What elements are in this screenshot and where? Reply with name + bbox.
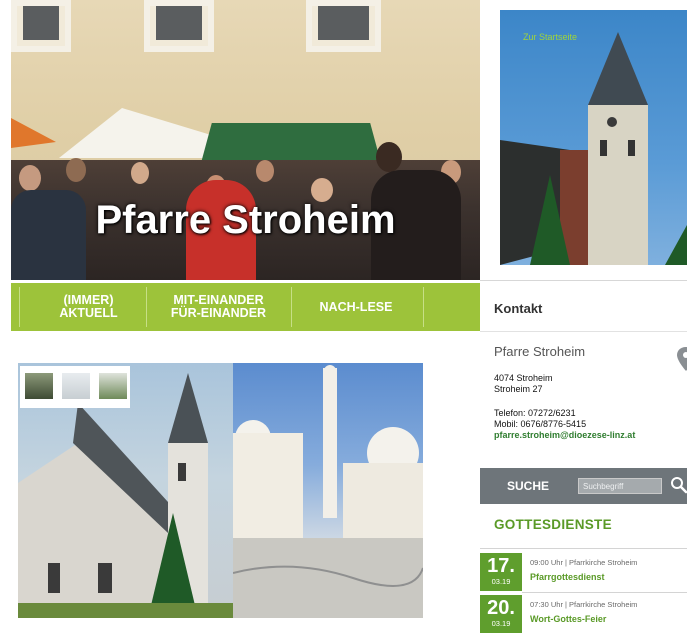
services-heading: GOTTESDIENSTE	[494, 517, 612, 532]
gallery-thumbnail[interactable]	[25, 373, 53, 399]
contact-mobile: Mobil: 0676/8776-5415	[494, 419, 587, 429]
nav-divider	[291, 287, 292, 327]
event-date-badge: 20. 03.19	[480, 595, 522, 633]
main-navigation: (IMMER) AKTUELL MIT-EINANDER FÜR-EINANDE…	[11, 283, 480, 331]
hero-image: Pfarre Stroheim	[11, 0, 480, 280]
event-date-badge: 17. 03.19	[480, 553, 522, 591]
white-tent	[59, 108, 221, 158]
nav-divider	[146, 287, 147, 327]
church-illustration	[500, 32, 687, 265]
gallery-thumbnail[interactable]	[99, 373, 127, 399]
nav-divider	[19, 287, 20, 327]
event-day: 17.	[487, 555, 515, 577]
contact-address-line2: Stroheim 27	[494, 384, 543, 394]
orange-tent	[11, 118, 56, 148]
kontakt-title: Kontakt	[494, 301, 543, 316]
event-title-link[interactable]: Wort-Gottes-Feier	[530, 614, 606, 624]
gallery-thumbnails	[20, 366, 130, 408]
nav-item-miteinander[interactable]: MIT-EINANDER FÜR-EINANDER	[151, 283, 286, 331]
event-month: 03.19	[491, 577, 511, 586]
nav-item-nachlese[interactable]: NACH-LESE	[296, 283, 416, 331]
event-month: 03.19	[491, 619, 511, 628]
church-logo-image[interactable]: Zur Startseite	[500, 10, 687, 265]
nav-item-aktuell[interactable]: (IMMER) AKTUELL	[31, 283, 146, 331]
nav-divider	[423, 287, 424, 327]
divider	[522, 592, 687, 593]
contact-phone: Telefon: 07272/6231	[494, 408, 576, 418]
search-label: SUCHE	[507, 479, 550, 493]
nav-item-label: NACH-LESE	[319, 299, 393, 314]
green-tent	[201, 123, 381, 163]
event-item[interactable]: 17. 03.19 09:00 Uhr | Pfarrkirche Strohe…	[480, 553, 687, 591]
gallery-thumbnail[interactable]	[62, 373, 90, 399]
event-title-link[interactable]: Pfarrgottesdienst	[530, 572, 605, 582]
gallery-mosque-image	[233, 363, 423, 618]
search-input[interactable]	[578, 478, 662, 494]
event-meta: 07:30 Uhr | Pfarrkirche Stroheim	[530, 600, 638, 609]
home-link[interactable]: Zur Startseite	[523, 32, 577, 42]
contact-address-line1: 4074 Stroheim	[494, 373, 553, 383]
event-day: 20.	[487, 597, 515, 619]
building-window	[144, 0, 214, 52]
search-bar: SUCHE	[480, 468, 687, 504]
event-meta: 09:00 Uhr | Pfarrkirche Stroheim	[530, 558, 638, 567]
site-title: Pfarre Stroheim	[95, 198, 396, 242]
nav-item-label: (IMMER) AKTUELL	[59, 293, 118, 320]
map-pin-icon[interactable]	[677, 347, 687, 371]
kontakt-header: Kontakt	[480, 280, 687, 332]
image-gallery[interactable]	[18, 363, 423, 618]
mosque-illustration	[233, 365, 423, 618]
building-window	[306, 0, 381, 52]
nav-item-label: MIT-EINANDER FÜR-EINANDER	[170, 293, 267, 320]
search-icon[interactable]	[670, 476, 687, 494]
building-window	[11, 0, 71, 52]
contact-email-link[interactable]: pfarre.stroheim@dioezese-linz.at	[494, 430, 674, 441]
divider	[480, 548, 687, 549]
contact-name: Pfarre Stroheim	[494, 344, 586, 359]
contact-block: Pfarre Stroheim 4074 Stroheim Stroheim 2…	[494, 344, 674, 441]
event-item[interactable]: 20. 03.19 07:30 Uhr | Pfarrkirche Strohe…	[480, 595, 687, 633]
